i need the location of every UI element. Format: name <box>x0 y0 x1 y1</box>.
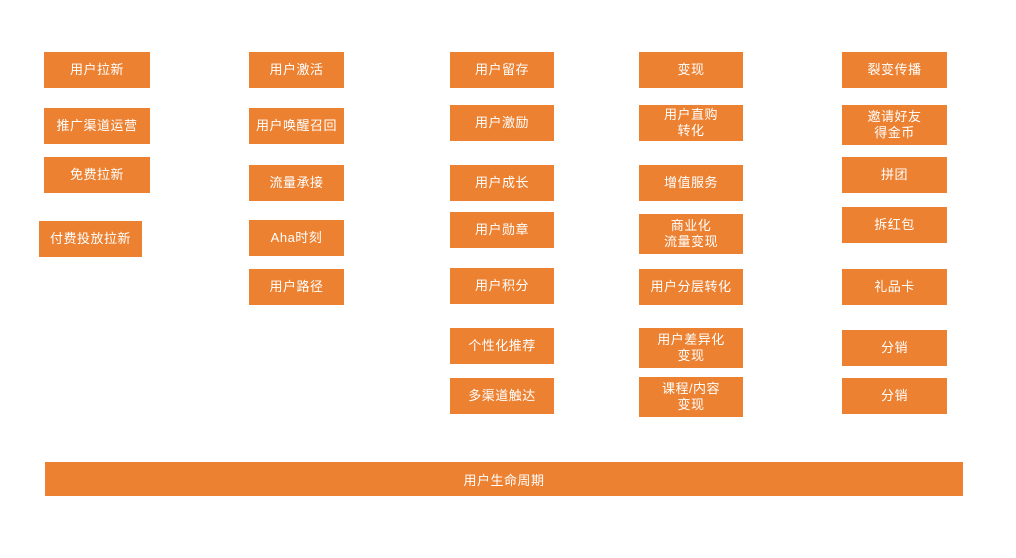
node-box[interactable]: 用户拉新 <box>44 52 150 88</box>
node-box[interactable]: 用户直购 转化 <box>639 105 743 141</box>
node-label: 用户积分 <box>474 278 529 293</box>
node-box[interactable]: 邀请好友 得金币 <box>842 105 947 145</box>
lifecycle-summary-bar: 用户生命周期 <box>45 462 963 496</box>
node-label: 拆红包 <box>874 217 915 232</box>
node-label: 用户差异化 变现 <box>657 332 725 363</box>
lifecycle-summary-label: 用户生命周期 <box>463 472 545 488</box>
node-label: 多渠道触达 <box>468 388 536 403</box>
node-box[interactable]: 分销 <box>842 330 947 366</box>
node-label: 增值服务 <box>663 175 718 190</box>
node-box[interactable]: 裂变传播 <box>842 52 947 88</box>
node-label: 分销 <box>880 388 908 403</box>
node-label: 个性化推荐 <box>468 338 536 353</box>
node-box[interactable]: 用户路径 <box>249 269 344 305</box>
node-box[interactable]: 用户成长 <box>450 165 554 201</box>
node-box[interactable]: 用户分层转化 <box>639 269 743 305</box>
user-lifecycle-diagram: 用户拉新 推广渠道运营 免费拉新 付费投放拉新 用户激活 用户唤醒召回 流量承接 Aha时刻用… <box>0 0 1016 558</box>
node-label: 用户路径 <box>269 279 324 294</box>
node-box[interactable]: 分销 <box>842 378 947 414</box>
node-label: 推广渠道运营 <box>56 118 138 133</box>
node-box[interactable]: 增值服务 <box>639 165 743 201</box>
node-box[interactable]: 推广渠道运营 <box>44 108 150 144</box>
node-box[interactable]: 付费投放拉新 <box>39 221 142 257</box>
node-box[interactable]: 免费拉新 <box>44 157 150 193</box>
node-box[interactable]: 用户唤醒召回 <box>249 108 344 144</box>
node-box[interactable]: 用户激励 <box>450 105 554 141</box>
node-label: 课程/内容 变现 <box>661 381 721 412</box>
node-label: 用户激励 <box>474 115 529 130</box>
node-box[interactable]: 多渠道触达 <box>450 378 554 414</box>
node-label: 用户勋章 <box>474 222 529 237</box>
node-label: 用户激活 <box>269 62 324 77</box>
node-label: 用户分层转化 <box>650 279 732 294</box>
node-box[interactable]: 用户差异化 变现 <box>639 328 743 368</box>
node-label: 流量承接 <box>269 175 324 190</box>
node-box[interactable]: 课程/内容 变现 <box>639 377 743 417</box>
node-label: 分销 <box>880 340 908 355</box>
node-box[interactable]: Aha时刻 <box>249 220 344 256</box>
node-box[interactable]: 用户激活 <box>249 52 344 88</box>
node-label: 裂变传播 <box>867 62 922 77</box>
node-label: 用户直购 转化 <box>663 107 718 138</box>
node-box[interactable]: 拼团 <box>842 157 947 193</box>
node-label: 商业化 流量变现 <box>663 218 718 249</box>
node-box[interactable]: 个性化推荐 <box>450 328 554 364</box>
node-label: 用户拉新 <box>69 62 124 77</box>
node-label: Aha时刻 <box>270 230 323 245</box>
node-box[interactable]: 用户留存 <box>450 52 554 88</box>
node-box[interactable]: 拆红包 <box>842 207 947 243</box>
node-label: 用户成长 <box>474 175 529 190</box>
node-box[interactable]: 变现 <box>639 52 743 88</box>
node-label: 付费投放拉新 <box>49 231 131 246</box>
node-box[interactable]: 礼品卡 <box>842 269 947 305</box>
node-label: 用户唤醒召回 <box>255 118 337 133</box>
node-box[interactable]: 流量承接 <box>249 165 344 201</box>
node-box[interactable]: 用户勋章 <box>450 212 554 248</box>
node-box[interactable]: 商业化 流量变现 <box>639 214 743 254</box>
node-label: 拼团 <box>880 167 908 182</box>
node-label: 免费拉新 <box>69 167 124 182</box>
node-label: 邀请好友 得金币 <box>867 109 922 140</box>
node-label: 变现 <box>677 62 705 77</box>
node-box[interactable]: 用户积分 <box>450 268 554 304</box>
node-label: 礼品卡 <box>874 279 915 294</box>
node-label: 用户留存 <box>474 62 529 77</box>
